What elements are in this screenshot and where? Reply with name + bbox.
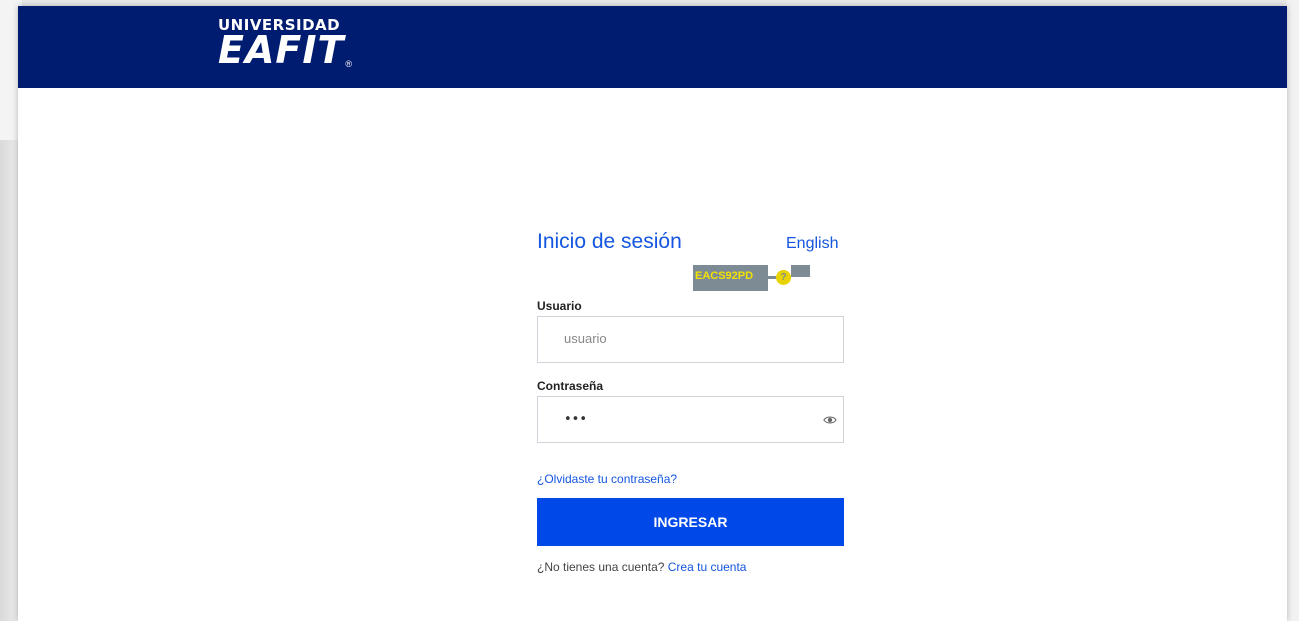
username-label: Usuario	[537, 299, 582, 313]
environment-tag-connector	[768, 276, 776, 279]
environment-tag: EACS92PD	[693, 265, 768, 291]
signup-prompt: ¿No tienes una cuenta? Crea tu cuenta	[537, 560, 746, 574]
forgot-password-link[interactable]: ¿Olvidaste tu contraseña?	[537, 472, 677, 486]
header-bar: UNIVERSIDAD EAFIT®	[18, 6, 1287, 88]
logo-main-text: EAFIT	[218, 28, 345, 72]
password-label: Contraseña	[537, 379, 604, 393]
signup-text: ¿No tienes una cuenta?	[537, 560, 665, 574]
username-field-container	[537, 316, 844, 363]
login-submit-button[interactable]: INGRESAR	[537, 498, 844, 546]
password-input[interactable]	[538, 397, 824, 442]
eafit-logo: UNIVERSIDAD EAFIT®	[218, 18, 353, 72]
username-input[interactable]	[538, 317, 824, 362]
language-link[interactable]: English	[786, 235, 838, 253]
eye-icon[interactable]	[823, 413, 837, 427]
environment-tag-extension	[791, 265, 810, 277]
login-page: UNIVERSIDAD EAFIT® Inicio de sesión Engl…	[18, 6, 1287, 621]
create-account-link[interactable]: Crea tu cuenta	[668, 560, 747, 574]
help-badge-icon[interactable]: ?	[776, 270, 791, 285]
page-title: Inicio de sesión	[537, 230, 682, 253]
background-right-strip	[1287, 0, 1299, 621]
logo-registered-mark: ®	[345, 59, 353, 69]
password-field-container	[537, 396, 844, 443]
